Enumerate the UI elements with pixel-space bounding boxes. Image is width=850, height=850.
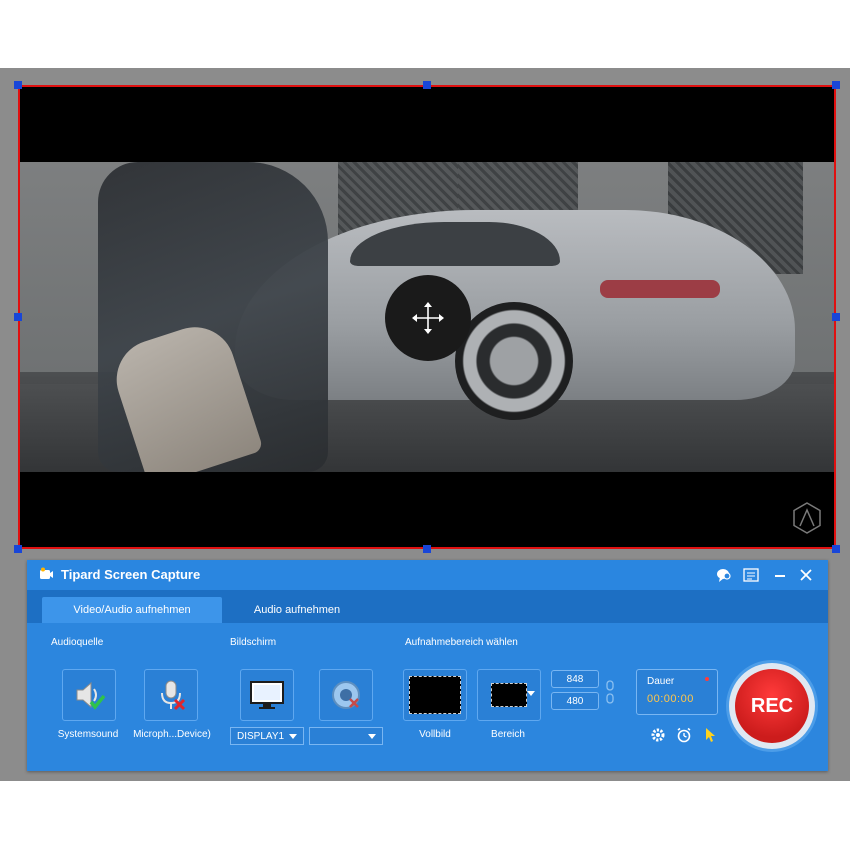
link-ratio-icon[interactable] bbox=[605, 679, 615, 705]
duration-value: 00:00:00 bbox=[647, 693, 694, 705]
panel-body: Audioquelle Systemsound Microph...Device… bbox=[27, 623, 828, 771]
title-bar[interactable]: Tipard Screen Capture bbox=[27, 560, 828, 590]
chevron-down-icon bbox=[368, 734, 376, 739]
resize-handle-left[interactable] bbox=[14, 313, 22, 321]
fullscreen-button[interactable] bbox=[403, 669, 467, 721]
region-dropdown[interactable] bbox=[523, 669, 539, 719]
minimize-icon[interactable] bbox=[771, 566, 789, 584]
display-select[interactable]: DISPLAY1 bbox=[230, 727, 304, 745]
display-button[interactable] bbox=[240, 669, 294, 721]
width-input[interactable]: 848 bbox=[551, 670, 599, 688]
rec-button-ring: REC bbox=[729, 663, 815, 749]
system-sound-button[interactable] bbox=[62, 669, 116, 721]
duration-label: Dauer bbox=[647, 676, 675, 687]
rec-button[interactable]: REC bbox=[735, 669, 809, 743]
move-handle-icon[interactable] bbox=[385, 275, 471, 361]
speaker-icon bbox=[76, 681, 106, 710]
resize-handle-right[interactable] bbox=[832, 313, 840, 321]
resize-handle-top-left[interactable] bbox=[14, 81, 22, 89]
region-label: Bereich bbox=[491, 729, 525, 740]
resize-handle-top[interactable] bbox=[423, 81, 431, 89]
duration-display: Dauer 00:00:00 bbox=[636, 669, 718, 715]
webcam-button[interactable] bbox=[319, 669, 373, 721]
fullscreen-label: Vollbild bbox=[419, 729, 451, 740]
screen-label: Bildschirm bbox=[230, 637, 277, 648]
display-select-value: DISPLAY1 bbox=[237, 730, 285, 742]
watermark-logo-icon bbox=[793, 502, 821, 534]
system-sound-label: Systemsound bbox=[57, 729, 119, 740]
area-label: Aufnahmebereich wählen bbox=[405, 637, 518, 648]
recorder-panel: Tipard Screen Capture Video/Audio aufneh… bbox=[27, 560, 828, 771]
microphone-label: Microph...Device) bbox=[133, 729, 211, 740]
height-input[interactable]: 480 bbox=[551, 692, 599, 710]
close-icon[interactable] bbox=[797, 566, 815, 584]
resize-handle-top-right[interactable] bbox=[832, 81, 840, 89]
fullscreen-area-icon bbox=[409, 676, 461, 714]
microphone-button[interactable] bbox=[144, 669, 198, 721]
audio-source-label: Audioquelle bbox=[51, 637, 104, 648]
alarm-icon[interactable] bbox=[675, 726, 693, 744]
monitor-icon bbox=[250, 681, 284, 709]
region-area-icon bbox=[491, 683, 527, 707]
capture-region[interactable] bbox=[18, 85, 836, 549]
chevron-down-icon bbox=[289, 734, 297, 739]
webcam-select[interactable] bbox=[309, 727, 383, 745]
webcam-icon bbox=[332, 681, 360, 709]
app-title: Tipard Screen Capture bbox=[61, 567, 201, 582]
resize-handle-bottom-right[interactable] bbox=[832, 545, 840, 553]
tab-bar: Video/Audio aufnehmen Audio aufnehmen bbox=[27, 590, 828, 623]
chevron-down-icon bbox=[527, 691, 535, 696]
tab-video-audio[interactable]: Video/Audio aufnehmen bbox=[42, 597, 222, 623]
settings-icon[interactable] bbox=[649, 726, 667, 744]
tab-audio[interactable]: Audio aufnehmen bbox=[227, 597, 367, 623]
feedback-icon[interactable] bbox=[715, 566, 733, 584]
resize-handle-bottom-left[interactable] bbox=[14, 545, 22, 553]
app-logo-icon bbox=[40, 567, 53, 579]
microphone-icon bbox=[161, 680, 186, 711]
record-dot-icon bbox=[705, 677, 709, 681]
cursor-icon[interactable] bbox=[701, 726, 719, 744]
resize-handle-bottom[interactable] bbox=[423, 545, 431, 553]
menu-icon[interactable] bbox=[742, 566, 760, 584]
